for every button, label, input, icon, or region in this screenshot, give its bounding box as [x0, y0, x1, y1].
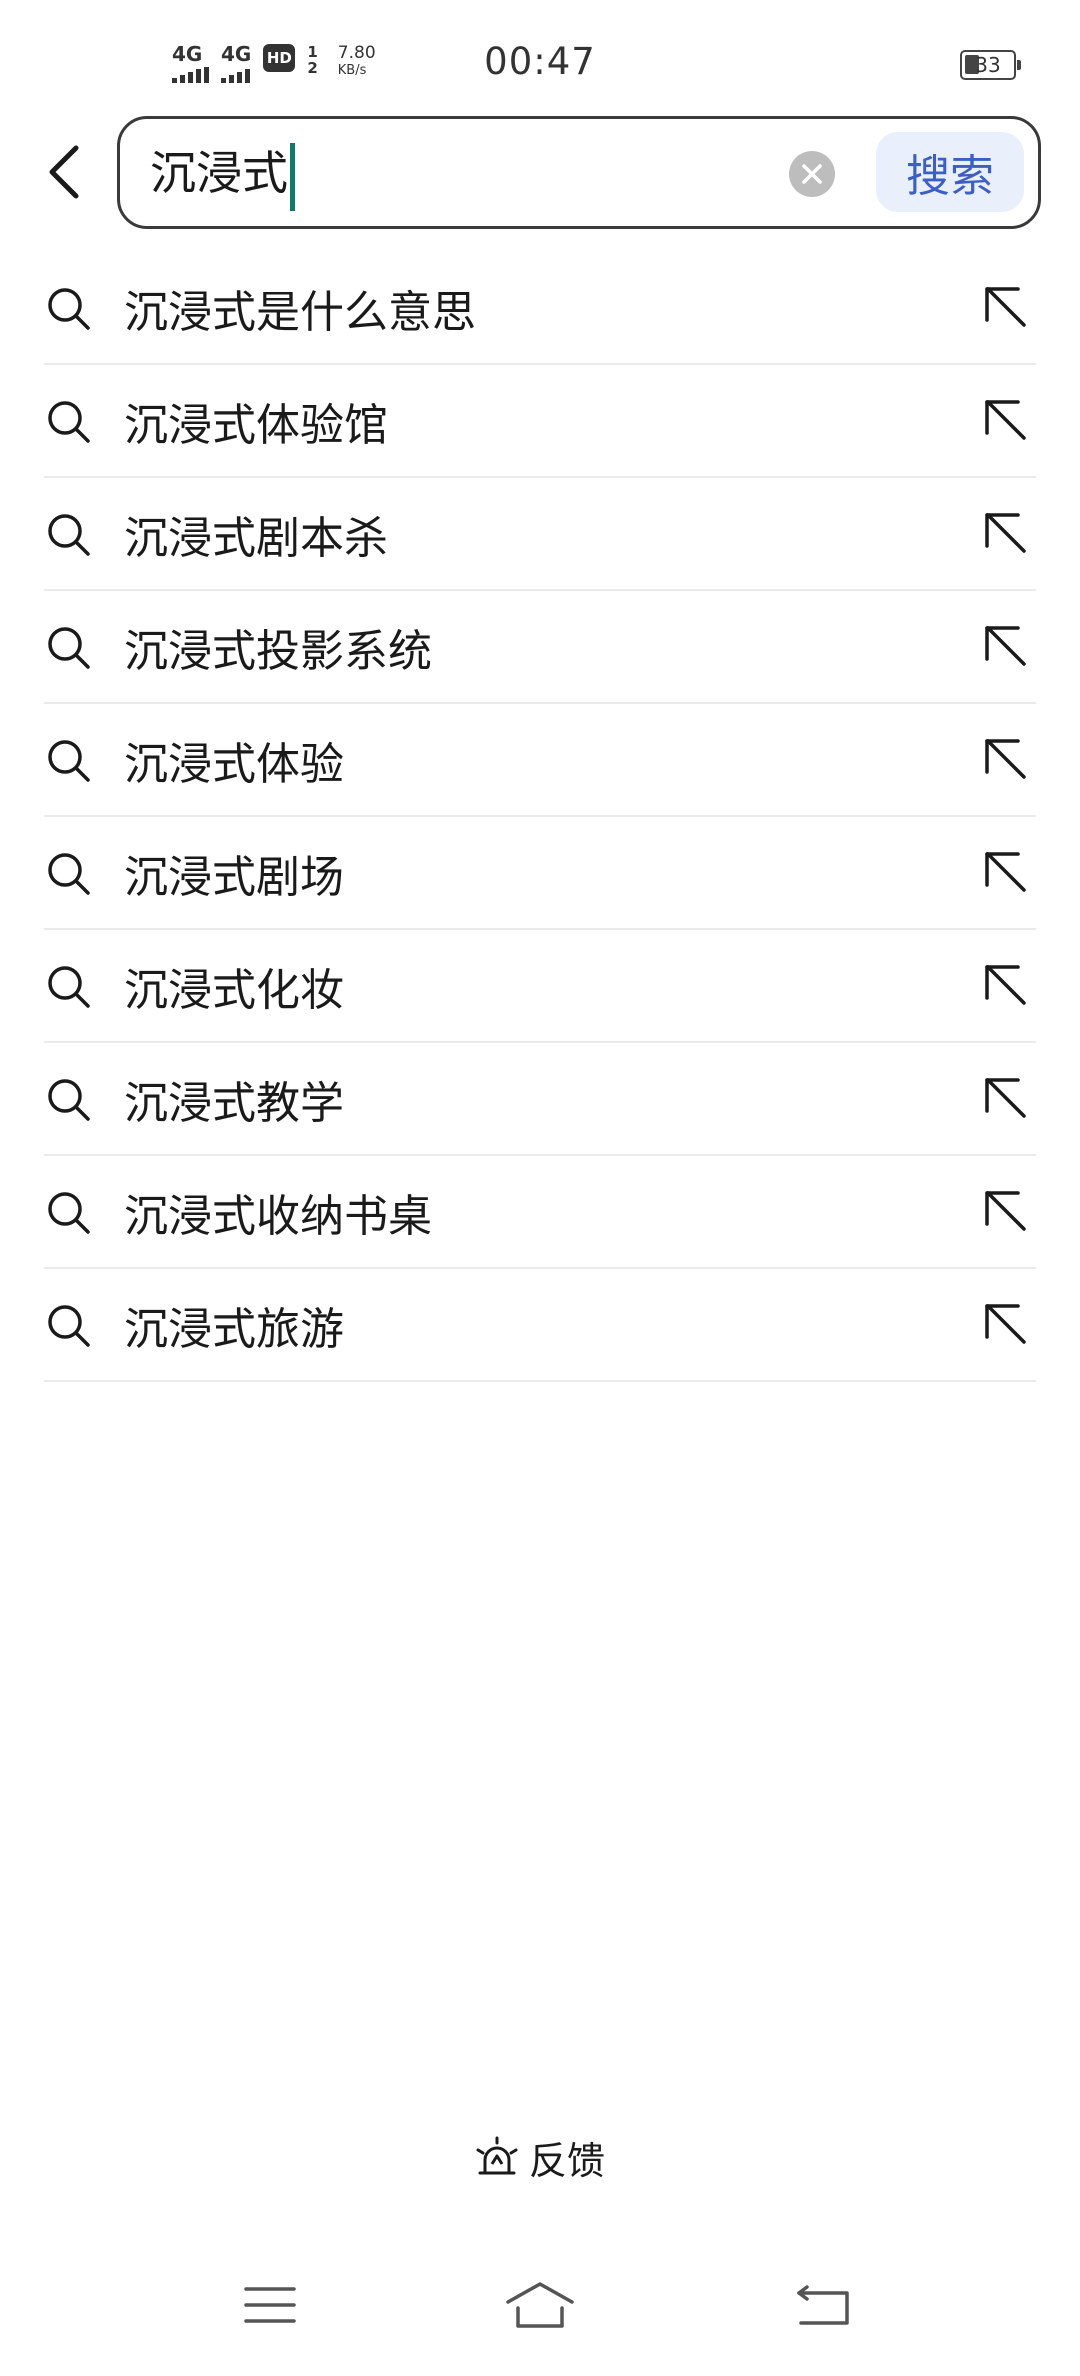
suggestion-text: 沉浸式体验馆 — [124, 399, 388, 451]
system-nav-bar — [0, 2250, 1080, 2376]
search-page: 4G 4G HD 1 2 7.80 KB/s 00:47 33 沉浸式 搜索 沉… — [0, 0, 1080, 2376]
arrow-up-left-icon[interactable] — [982, 962, 1030, 1010]
arrow-up-left-icon[interactable] — [982, 1301, 1030, 1349]
arrow-up-left-icon[interactable] — [982, 284, 1030, 332]
search-icon — [48, 400, 90, 443]
chevron-left-icon — [49, 145, 79, 199]
arrow-up-left-icon[interactable] — [982, 849, 1030, 897]
clock: 00:47 — [484, 40, 596, 83]
back-button[interactable] — [34, 136, 94, 208]
suggestion-text: 沉浸式投影系统 — [124, 625, 432, 677]
suggestion-item[interactable]: 沉浸式剧本杀 — [44, 478, 1036, 591]
suggestion-text: 沉浸式收纳书桌 — [124, 1190, 432, 1242]
nav-back-button[interactable] — [778, 2270, 868, 2340]
feedback-label: 反馈 — [528, 2139, 605, 2183]
search-button[interactable]: 搜索 — [876, 132, 1024, 212]
search-icon — [48, 513, 90, 556]
nav-home-button[interactable] — [495, 2270, 585, 2340]
suggestion-item[interactable]: 沉浸式是什么意思 — [44, 252, 1036, 365]
search-query: 沉浸式 — [150, 146, 288, 200]
text-caret — [290, 142, 295, 211]
suggestion-text: 沉浸式化妆 — [124, 964, 344, 1016]
battery-icon: 33 — [960, 50, 1021, 80]
suggestion-item[interactable]: 沉浸式体验 — [44, 704, 1036, 817]
suggestion-text: 沉浸式体验 — [124, 738, 344, 790]
menu-icon — [244, 2287, 296, 2323]
arrow-up-left-icon[interactable] — [982, 1188, 1030, 1236]
status-bar: 4G 4G HD 1 2 7.80 KB/s 00:47 33 — [0, 0, 1080, 112]
suggestion-item[interactable]: 沉浸式收纳书桌 — [44, 1156, 1036, 1269]
arrow-up-left-icon[interactable] — [982, 1075, 1030, 1123]
search-icon — [48, 965, 90, 1008]
nav-menu-button[interactable] — [225, 2270, 315, 2340]
suggestion-text: 沉浸式剧本杀 — [124, 512, 388, 564]
search-icon — [48, 1191, 90, 1234]
search-icon — [48, 1304, 90, 1347]
suggestion-item[interactable]: 沉浸式体验馆 — [44, 365, 1036, 478]
search-icon — [48, 287, 90, 330]
back-icon — [797, 2285, 849, 2325]
suggestion-item[interactable]: 沉浸式教学 — [44, 1043, 1036, 1156]
suggestion-text: 沉浸式是什么意思 — [124, 286, 476, 338]
clear-button[interactable] — [789, 151, 835, 197]
suggestion-text: 沉浸式剧场 — [124, 851, 344, 903]
alarm-light-icon — [476, 2136, 518, 2174]
search-input[interactable]: 沉浸式 — [150, 133, 770, 213]
suggestion-item[interactable]: 沉浸式化妆 — [44, 930, 1036, 1043]
feedback-button[interactable]: 反馈 — [0, 2130, 1080, 2185]
search-icon — [48, 739, 90, 782]
arrow-up-left-icon[interactable] — [982, 736, 1030, 784]
battery-level: 33 — [975, 53, 1001, 77]
search-icon — [48, 626, 90, 669]
arrow-up-left-icon[interactable] — [982, 510, 1030, 558]
search-icon — [48, 1078, 90, 1121]
arrow-up-left-icon[interactable] — [982, 623, 1030, 671]
suggestion-text: 沉浸式旅游 — [124, 1303, 344, 1355]
suggestion-item[interactable]: 沉浸式剧场 — [44, 817, 1036, 930]
close-icon — [802, 164, 822, 184]
search-box[interactable]: 沉浸式 搜索 — [117, 116, 1041, 229]
suggestion-item[interactable]: 沉浸式旅游 — [44, 1269, 1036, 1382]
suggestion-item[interactable]: 沉浸式投影系统 — [44, 591, 1036, 704]
home-icon — [506, 2282, 574, 2328]
search-icon — [48, 852, 90, 895]
suggestion-text: 沉浸式教学 — [124, 1077, 344, 1129]
suggestion-list: 沉浸式是什么意思 沉浸式体验馆 沉浸式剧本杀 沉浸式投影系统 沉浸式体验沉浸式剧场沉浸式… — [44, 252, 1036, 1382]
arrow-up-left-icon[interactable] — [982, 397, 1030, 445]
